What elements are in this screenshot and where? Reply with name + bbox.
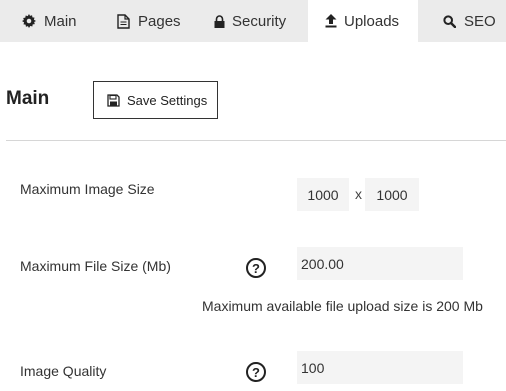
- tab-pages-label: Pages: [138, 12, 181, 30]
- page-title: Main: [6, 88, 50, 109]
- image-quality-help-icon[interactable]: ?: [246, 362, 266, 382]
- lock-icon: [214, 13, 225, 29]
- upload-icon: [325, 13, 337, 29]
- section-divider: [6, 140, 506, 141]
- max-file-size-help-icon[interactable]: ?: [246, 258, 266, 278]
- tab-main-label: Main: [44, 12, 77, 30]
- search-icon: [443, 13, 456, 29]
- save-settings-button[interactable]: Save Settings: [93, 81, 218, 119]
- tab-uploads[interactable]: Uploads: [308, 0, 418, 42]
- tab-seo-label: SEO: [464, 12, 496, 30]
- floppy-disk-icon: [107, 93, 120, 107]
- settings-tabbar: Main Pages Security Uploads SEO: [0, 0, 506, 42]
- tab-pages[interactable]: Pages: [115, 0, 181, 42]
- max-file-size-label: Maximum File Size (Mb): [20, 258, 171, 274]
- gear-icon: [21, 13, 37, 29]
- max-file-size-input[interactable]: [297, 247, 463, 280]
- max-image-height-input[interactable]: [365, 178, 419, 211]
- tab-security-label: Security: [232, 12, 287, 30]
- document-icon: [115, 13, 131, 29]
- tab-security[interactable]: Security: [214, 0, 286, 42]
- max-image-size-label: Maximum Image Size: [20, 181, 155, 197]
- max-file-size-hint: Maximum available file upload size is 20…: [202, 298, 483, 314]
- max-image-width-input[interactable]: [297, 178, 349, 211]
- dimension-separator: x: [355, 186, 362, 202]
- tab-uploads-label: Uploads: [344, 12, 400, 30]
- tab-seo[interactable]: SEO: [443, 0, 496, 42]
- save-settings-label: Save Settings: [127, 92, 208, 108]
- image-quality-input[interactable]: [297, 351, 463, 384]
- tab-main[interactable]: Main: [21, 0, 77, 42]
- image-quality-label: Image Quality: [20, 363, 107, 379]
